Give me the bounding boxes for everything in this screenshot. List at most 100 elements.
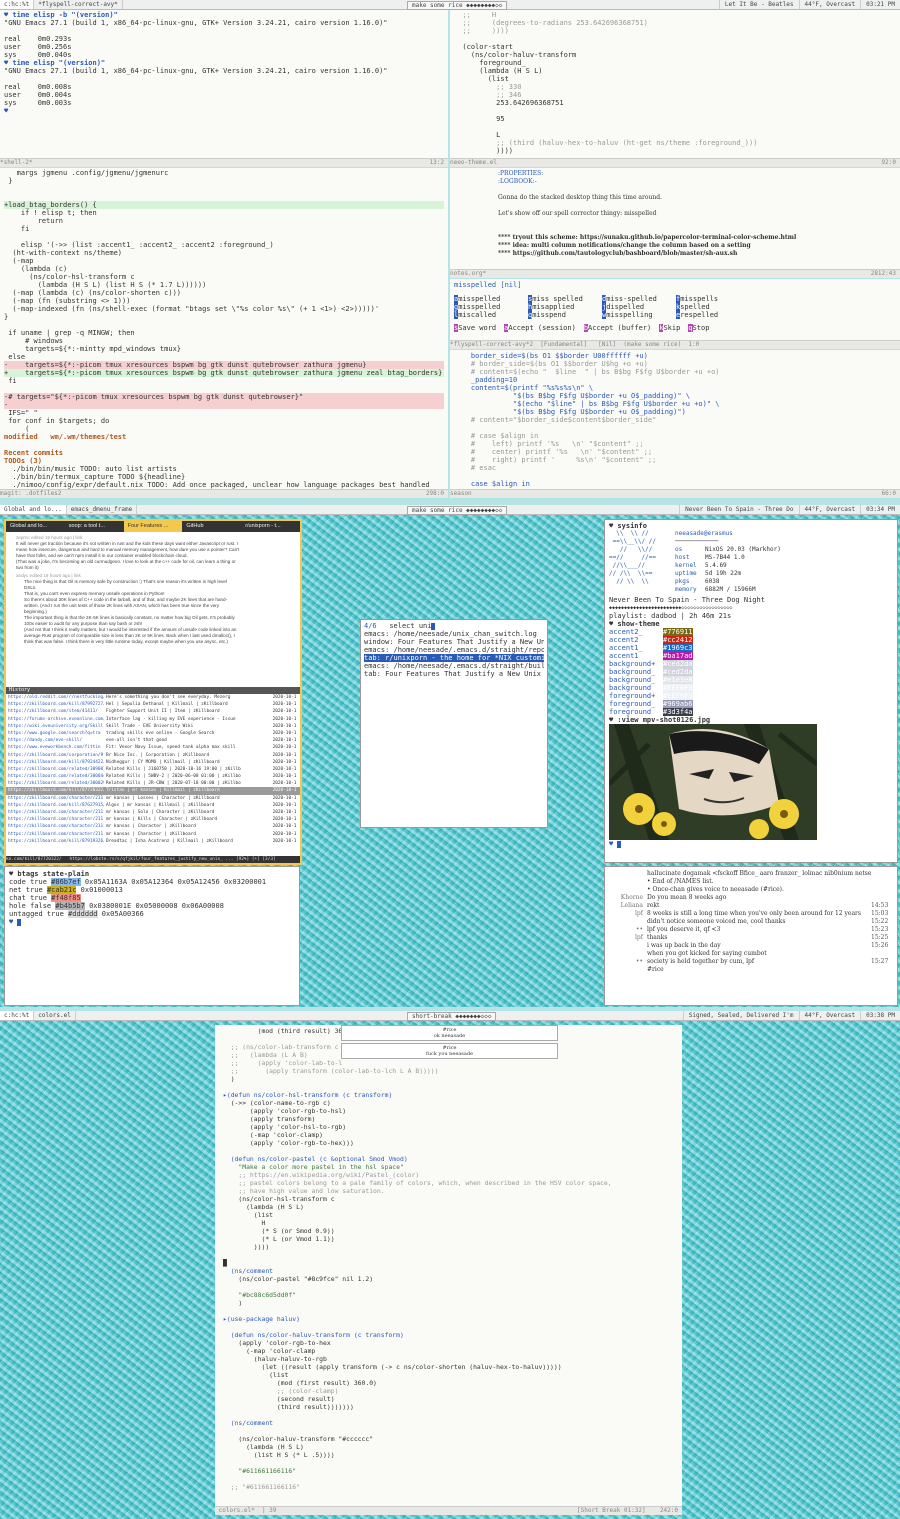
history-row[interactable]: https://forums-archive.eveonline.com/Int… bbox=[6, 716, 300, 723]
browser-tab[interactable]: soop: a tool t... bbox=[64, 521, 124, 532]
history-row[interactable]: https://dandy.com/eve-skill/eve-all isn'… bbox=[6, 737, 300, 744]
flyspell-candidate[interactable]: amisspelled bbox=[454, 295, 528, 303]
browser-tab[interactable]: GitHub bbox=[182, 521, 242, 532]
elisp-pane[interactable]: ;; H ;; (degrees-to-radians 253.64269636… bbox=[450, 10, 900, 167]
browser-tab[interactable]: Four Features ... bbox=[123, 521, 183, 532]
dmenu-item[interactable]: window: Four Features That Justify a New… bbox=[364, 638, 544, 646]
history-row[interactable]: https://wiki.eveuniversity.org/Skill Skil… bbox=[6, 723, 300, 730]
dmenu-prompt[interactable]: 4/6 select uni bbox=[364, 622, 544, 630]
history-row[interactable]: https://zkillboard.com/item/41411/Fighte… bbox=[6, 708, 300, 715]
flyspell-candidate[interactable]: kspelled bbox=[676, 303, 750, 311]
code-line: ./bin/bin/music TODO: auto list artists bbox=[4, 465, 177, 473]
workspace-tag[interactable]: Global and lo... bbox=[0, 505, 67, 514]
mid-status-bar: Global and lo... emacs_dmenu_frame make s… bbox=[0, 505, 900, 515]
code-line: (lambda (H S L) (list H S (* 1.7 L)))))) bbox=[4, 281, 207, 289]
flyspell-action[interactable]: kSkip bbox=[659, 324, 680, 332]
code-line: (lambda (c) bbox=[4, 265, 68, 273]
flyspell-candidate[interactable]: wmisspelling bbox=[602, 311, 676, 319]
flyspell-action[interactable]: aAccept (session) bbox=[504, 324, 576, 332]
history-row[interactable]: https://www.google.com/search?q=tra tradi… bbox=[6, 730, 300, 737]
flyspell-action[interactable]: sSave word bbox=[454, 324, 496, 332]
notes-pane[interactable]: :PROPERTIES::LOGBOOK:- Gonna do the stack… bbox=[450, 168, 900, 278]
shell-pane[interactable]: ♥ time elisp -b "(version)" "GNU Emacs 27… bbox=[0, 10, 448, 167]
code-line: ;; )))) bbox=[454, 27, 509, 35]
flyspell-candidate[interactable]: erespelled bbox=[676, 311, 750, 319]
code-line: (list bbox=[223, 1371, 289, 1379]
history-row[interactable]: https://zkillboard.com/kill/87992727/Hel… bbox=[6, 701, 300, 708]
dmenu-item[interactable]: tab: r/unixporn - the home for *NIX cust… bbox=[364, 654, 544, 662]
code-line: ;; 330 bbox=[454, 83, 522, 91]
dmenu-item[interactable]: emacs: /home/neesade/.emacs.d/straight/r… bbox=[364, 646, 544, 654]
magit-pane[interactable]: margs jgmenu .config/jgmenu/jgmenurc } +l… bbox=[0, 168, 448, 498]
shell-modeline: *shell-2* 13:2 bbox=[0, 158, 448, 167]
code-line: Recent commits bbox=[4, 449, 64, 457]
shell-script-pane[interactable]: border_side=$(bs O1 $$border U00ffffff +… bbox=[450, 350, 900, 498]
view-command: ♥ :view mpv-shot0126.jpg bbox=[609, 716, 711, 724]
window-title-tag[interactable]: emacs_dmenu_frame bbox=[67, 505, 138, 514]
flyspell-candidate[interactable]: gmisspelled bbox=[454, 303, 528, 311]
btags-window[interactable]: ♥ btags state-plain code true #86b7ef 0x… bbox=[4, 866, 300, 1006]
code-line: (lambda (H S L) bbox=[223, 1443, 304, 1451]
history-row[interactable]: https://zkillboard.com/related/300044 Rel… bbox=[6, 773, 300, 780]
code-line: for conf in $targets; do bbox=[4, 417, 110, 425]
flyspell-candidate[interactable]: dmiss-spelled bbox=[602, 295, 676, 303]
dmenu-window[interactable]: 4/6 select uni emacs: /home/neesade/unix… bbox=[360, 619, 548, 828]
browser-window[interactable]: Global and lo... soop: a tool t... Four Fe… bbox=[4, 519, 302, 865]
history-row[interactable]: https://zkillboard.com/kill/87720322/Tri… bbox=[6, 787, 300, 795]
history-row[interactable]: https://zkillboard.com/related/300029 Rel… bbox=[6, 780, 300, 787]
history-row[interactable]: https://zkillboard.com/kill/87627915/Alg… bbox=[6, 802, 300, 809]
flyspell-candidate[interactable]: fmisspells bbox=[676, 295, 750, 303]
history-row[interactable]: https://zkillboard.com/character/211 mr k… bbox=[6, 809, 300, 816]
theme-row: accent2 #cc2412 bbox=[609, 636, 693, 644]
dmenu-item[interactable]: emacs: /home/neesade/.emacs.d/straight/b… bbox=[364, 662, 544, 670]
history-row[interactable]: https://zkillboard.com/character/211 mr k… bbox=[6, 831, 300, 838]
workspace-tag[interactable]: c:hc:%t bbox=[0, 0, 35, 9]
weather: 44°F, Overcast bbox=[798, 0, 861, 9]
code-line: █ bbox=[223, 1259, 227, 1267]
shell-script-code: border_side=$(bs O1 $$border U00ffffff +… bbox=[450, 350, 900, 490]
irc-window[interactable]: hallucinate dogamak <fsckoff Bfice_ aaro… bbox=[604, 866, 898, 1006]
history-row[interactable]: https://zkillboard.com/character/211 mr k… bbox=[6, 823, 300, 830]
history-row[interactable]: https://zkillboard.com/corporation/9 Br N… bbox=[6, 752, 300, 759]
sysinfo-window[interactable]: ♥ sysinfo \\ \\ // ==\\__\\/ // // \\// … bbox=[604, 519, 898, 863]
emacs-colors-window[interactable]: (mod (third result) 360.0) ;; (ns/color-… bbox=[215, 1025, 682, 1515]
flyspell-candidate[interactable]: hmisapplied bbox=[528, 303, 602, 311]
history-row[interactable]: https://zkillboard.com/character/211 mr k… bbox=[6, 795, 300, 802]
history-row[interactable]: https://zkillboard.com/related/309007 Rel… bbox=[6, 766, 300, 773]
dmenu-item[interactable]: emacs: /home/neesade/unix_chan_switch.lo… bbox=[364, 630, 544, 638]
browser-tab[interactable]: r/unixporn - t... bbox=[241, 521, 300, 532]
code-line: H bbox=[223, 1219, 266, 1227]
now-playing: Never Been To Spain - Three Dog Night bbox=[609, 596, 765, 604]
code-line: if ! elisp t; then bbox=[4, 209, 97, 217]
chat-line: lpf 8 weeks is still a long time when you… bbox=[635, 910, 889, 917]
workspace-tag[interactable]: c:hc:%t bbox=[0, 1011, 35, 1020]
flyspell-candidate[interactable]: jdispelled bbox=[602, 303, 676, 311]
btags-title: ♥ btags state-plain bbox=[9, 870, 90, 878]
flyspell-action[interactable]: bAccept (buffer) bbox=[583, 324, 651, 332]
code-line: **** idea: multi column notifications/ch… bbox=[498, 242, 751, 249]
code-line: "$(echo "$line" | bs B$bg F$fg U$border … bbox=[454, 400, 720, 408]
flyspell-candidate[interactable]: lmiscalled bbox=[454, 311, 528, 319]
flyspell-popup[interactable]: misspelled [nil] amisspelled smiss spelle… bbox=[450, 279, 900, 349]
theme-row: foreground+ #EEF0F3 bbox=[609, 692, 693, 700]
code-line: # content=$(echo " $line " | bs B$bg F$f… bbox=[454, 368, 720, 376]
history-row[interactable]: https://old.reddit.com/r/nestfucking/Her… bbox=[6, 694, 300, 701]
flyspell-candidate[interactable]: qmisspend bbox=[528, 311, 602, 319]
browser-tab[interactable]: Global and lo... bbox=[6, 521, 65, 532]
window-title-tag[interactable]: colors.el bbox=[34, 1011, 76, 1020]
dmenu-item[interactable]: tab: Four Features That Justify a New Un… bbox=[364, 670, 544, 678]
history-row[interactable]: https://zkillboard.com/kill/87919326/Dre… bbox=[6, 838, 300, 845]
history-row[interactable]: https://www.eveworkbench.com/fittin Fit: … bbox=[6, 744, 300, 751]
code-line: L bbox=[454, 131, 501, 139]
history-row[interactable]: https://zkillboard.com/character/211 mr k… bbox=[6, 816, 300, 823]
window-title-tag[interactable]: *flyspell-correct-avy* bbox=[34, 0, 123, 9]
weather: 44°F, Overcast bbox=[798, 1011, 861, 1020]
history-row[interactable]: https://zkillboard.com/kill/87924422/Nid… bbox=[6, 759, 300, 766]
flyspell-action[interactable]: qStop bbox=[688, 324, 709, 332]
prompt: ♥ bbox=[9, 918, 295, 926]
flyspell-candidate[interactable]: smiss spelled bbox=[528, 295, 602, 303]
